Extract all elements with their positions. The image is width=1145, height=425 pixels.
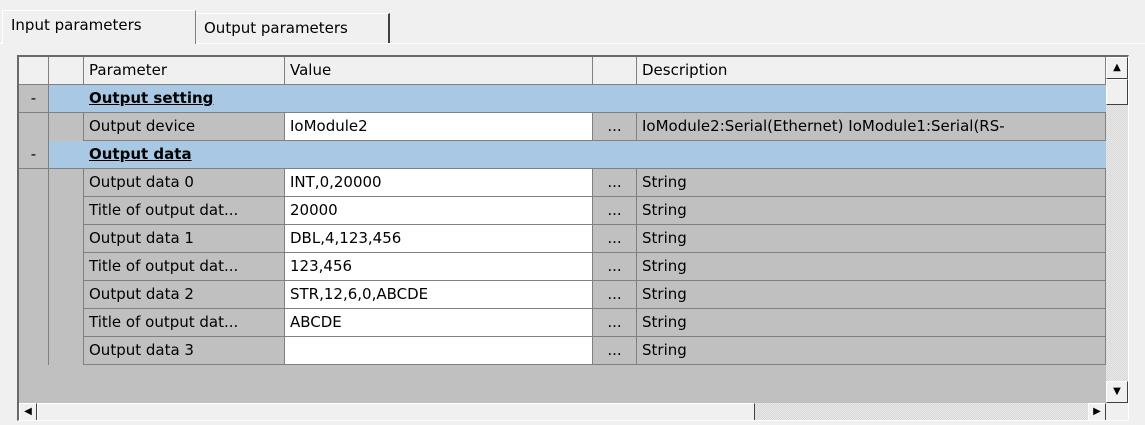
- description-cell: String: [637, 309, 1106, 337]
- grid-header-row: Parameter Value Description: [19, 57, 1106, 85]
- description-cell: String: [637, 253, 1106, 281]
- description-cell: IoModule2:Serial(Ethernet) IoModule1:Ser…: [637, 113, 1106, 141]
- ellipsis-button[interactable]: ...: [593, 253, 637, 281]
- value-cell[interactable]: DBL,4,123,456: [285, 225, 593, 253]
- row-gutter: [19, 169, 49, 197]
- table-row: Output data 2 STR,12,6,0,ABCDE ... Strin…: [19, 281, 1106, 309]
- description-cell: String: [637, 281, 1106, 309]
- description-cell: String: [637, 337, 1106, 365]
- value-cell[interactable]: STR,12,6,0,ABCDE: [285, 281, 593, 309]
- ellipsis-button[interactable]: ...: [593, 113, 637, 141]
- row-gutter: [19, 225, 49, 253]
- table-row: Title of output dat... 123,456 ... Strin…: [19, 253, 1106, 281]
- parameter-grid: Parameter Value Description - Output set…: [17, 55, 1129, 421]
- table-row: Output data 0 INT,0,20000 ... String: [19, 169, 1106, 197]
- parameter-name-cell: Output data 2: [84, 281, 285, 309]
- value-cell[interactable]: 123,456: [285, 253, 593, 281]
- column-header-value[interactable]: Value: [285, 57, 593, 85]
- row-indent: [49, 309, 84, 337]
- scrollbar-corner: [1106, 403, 1128, 420]
- parameter-name-cell: Title of output dat...: [84, 309, 285, 337]
- table-row: Output data 1 DBL,4,123,456 ... String: [19, 225, 1106, 253]
- ellipsis-button[interactable]: ...: [593, 197, 637, 225]
- table-row: Title of output dat... ABCDE ... String: [19, 309, 1106, 337]
- tab-input-parameters[interactable]: Input parameters: [2, 10, 196, 44]
- value-cell[interactable]: INT,0,20000: [285, 169, 593, 197]
- arrow-down-icon[interactable]: ▼: [1106, 381, 1128, 403]
- parameter-name-cell: Title of output dat...: [84, 197, 285, 225]
- column-header-button: [593, 57, 637, 85]
- vertical-scrollbar[interactable]: ▲ ▼: [1106, 57, 1128, 403]
- row-indent: [49, 253, 84, 281]
- ellipsis-button[interactable]: ...: [593, 225, 637, 253]
- arrow-left-icon[interactable]: ◀: [19, 403, 37, 420]
- arrow-right-icon[interactable]: ▶: [1088, 403, 1106, 420]
- group-title: Output data: [49, 141, 1106, 169]
- column-header-parameter[interactable]: Parameter: [84, 57, 285, 85]
- row-gutter: [19, 281, 49, 309]
- column-header-description[interactable]: Description: [637, 57, 1106, 85]
- parameter-name-cell: Title of output dat...: [84, 253, 285, 281]
- horizontal-scrollbar[interactable]: ◀ ▶: [19, 403, 1106, 420]
- collapse-toggle[interactable]: -: [19, 141, 49, 169]
- group-row-output-setting: - Output setting: [19, 85, 1106, 113]
- row-gutter: [19, 253, 49, 281]
- ellipsis-button[interactable]: ...: [593, 309, 637, 337]
- table-row: Output device IoModule2 ... IoModule2:Se…: [19, 113, 1106, 141]
- value-cell[interactable]: [285, 337, 593, 365]
- tab-strip: Input parameters Output parameters: [0, 0, 1145, 44]
- description-cell: String: [637, 225, 1106, 253]
- parameter-name-cell: Output data 0: [84, 169, 285, 197]
- value-cell[interactable]: IoModule2: [285, 113, 593, 141]
- header-corner: [19, 57, 49, 85]
- row-gutter: [19, 197, 49, 225]
- arrow-up-icon[interactable]: ▲: [1106, 57, 1128, 79]
- description-cell: String: [637, 169, 1106, 197]
- ellipsis-button[interactable]: ...: [593, 337, 637, 365]
- ellipsis-button[interactable]: ...: [593, 281, 637, 309]
- row-gutter: [19, 309, 49, 337]
- description-cell: String: [637, 197, 1106, 225]
- value-cell[interactable]: 20000: [285, 197, 593, 225]
- table-row: Title of output dat... 20000 ... String: [19, 197, 1106, 225]
- grid-body: Parameter Value Description - Output set…: [19, 57, 1106, 403]
- group-title: Output setting: [49, 85, 1106, 113]
- parameter-name-cell: Output device: [84, 113, 285, 141]
- row-indent: [49, 281, 84, 309]
- header-indent: [49, 57, 84, 85]
- collapse-toggle[interactable]: -: [19, 85, 49, 113]
- parameter-name-cell: Output data 3: [84, 337, 285, 365]
- group-row-output-data: - Output data: [19, 141, 1106, 169]
- row-gutter: [19, 337, 49, 365]
- row-indent: [49, 225, 84, 253]
- table-row: Output data 3 ... String: [19, 337, 1106, 365]
- row-indent: [49, 113, 84, 141]
- tab-output-parameters[interactable]: Output parameters: [196, 13, 390, 43]
- horizontal-scroll-thumb[interactable]: [37, 403, 755, 420]
- value-cell[interactable]: ABCDE: [285, 309, 593, 337]
- row-indent: [49, 197, 84, 225]
- vertical-scroll-thumb[interactable]: [1106, 79, 1128, 105]
- parameter-name-cell: Output data 1: [84, 225, 285, 253]
- row-indent: [49, 337, 84, 365]
- row-indent: [49, 169, 84, 197]
- ellipsis-button[interactable]: ...: [593, 169, 637, 197]
- row-gutter: [19, 113, 49, 141]
